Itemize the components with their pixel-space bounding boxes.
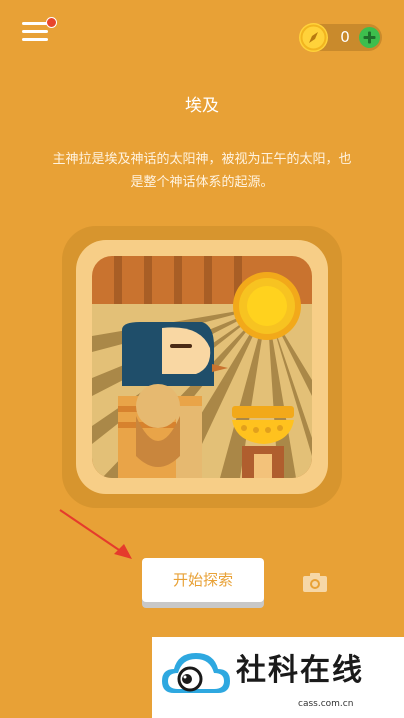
menu-button[interactable] bbox=[22, 17, 57, 46]
cloud-eye-logo bbox=[162, 653, 230, 693]
watermark-url: cass.com.cn bbox=[298, 699, 354, 709]
artwork-inner-frame bbox=[76, 240, 328, 494]
compass-coin-icon bbox=[299, 23, 328, 52]
camera-icon bbox=[303, 573, 327, 592]
watermark-brand: 社科在线 bbox=[236, 653, 364, 688]
egypt-sun-god-illustration bbox=[92, 256, 312, 478]
add-coins-button[interactable] bbox=[359, 27, 380, 48]
watermark-banner: 社科在线 cass.com.cn bbox=[152, 637, 404, 718]
topic-artwork-card[interactable] bbox=[62, 226, 342, 508]
app-screen: 0 埃及 主神拉是埃及神话的太阳神，被视为正午的太阳，也是整个神话体系的起源。 bbox=[0, 0, 404, 718]
plus-circle-icon bbox=[363, 31, 376, 44]
notification-dot bbox=[46, 17, 57, 28]
annotation-arrow bbox=[59, 509, 132, 559]
start-explore-button[interactable]: 开始探索 bbox=[142, 558, 264, 602]
page-title: 埃及 bbox=[185, 96, 219, 116]
camera-button[interactable] bbox=[302, 571, 328, 593]
topic-description: 主神拉是埃及神话的太阳神，被视为正午的太阳，也是整个神话体系的起源。 bbox=[52, 152, 352, 190]
coin-count: 0 bbox=[340, 28, 350, 46]
coin-balance: 0 bbox=[299, 23, 382, 52]
